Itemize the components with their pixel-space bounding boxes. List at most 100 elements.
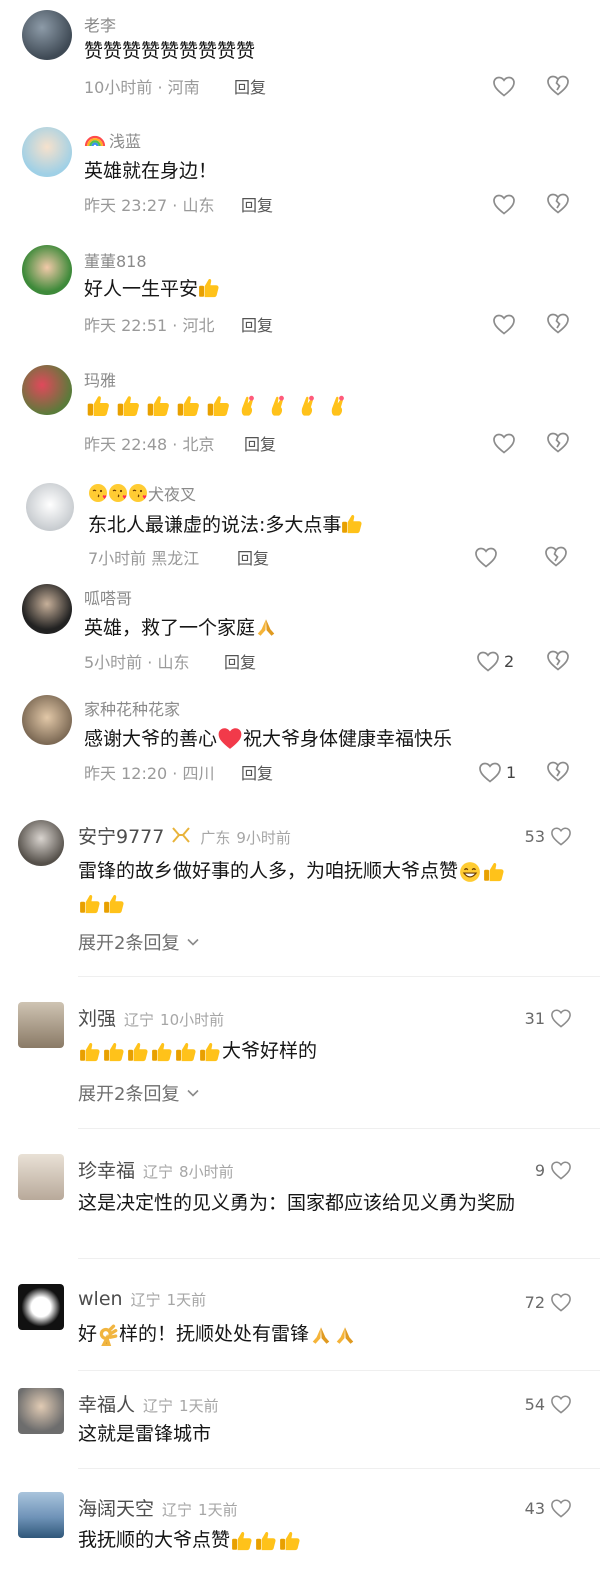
avatar[interactable]: [18, 820, 64, 866]
like-count: 54: [524, 1394, 545, 1414]
folded-hands-icon: [255, 616, 277, 638]
dislike-button[interactable]: [546, 431, 572, 455]
like-button[interactable]: [492, 312, 518, 336]
dislike-button[interactable]: [546, 74, 572, 98]
dislike-button[interactable]: [544, 545, 570, 569]
comment-text-row: 东北人最谦虚的说法:多大点事: [88, 510, 363, 537]
thumbs-up-icon: [230, 1530, 254, 1552]
comment-header: 刘强 辽宁 10小时前: [78, 1004, 224, 1030]
reply-button[interactable]: 回复: [244, 431, 276, 455]
reply-button[interactable]: 回复: [234, 74, 266, 98]
comment-location: 辽宁: [130, 1291, 161, 1309]
avatar[interactable]: [26, 483, 74, 531]
like-button[interactable]: 1: [478, 760, 518, 784]
like-button[interactable]: [492, 74, 518, 98]
like-button[interactable]: 72: [525, 1292, 572, 1312]
comment-item: 幸福人 辽宁 1天前 54 这就是雷锋城市: [0, 1386, 600, 1476]
comment-author-row[interactable]: 犬夜叉: [88, 481, 196, 505]
chevron-down-icon: [187, 1089, 199, 1097]
reply-button[interactable]: 回复: [241, 192, 273, 216]
reply-button[interactable]: 回复: [241, 760, 273, 784]
thumbs-up-icon: [114, 394, 143, 418]
separator: ·: [172, 316, 178, 335]
avatar[interactable]: [22, 695, 72, 745]
separator: ·: [172, 435, 178, 454]
comment-header: 安宁9777 广东 9小时前: [78, 822, 291, 848]
comment-author[interactable]: 老李: [84, 12, 116, 36]
avatar[interactable]: [18, 1002, 64, 1048]
heart-icon: [492, 313, 516, 335]
kiss-face-icon: [88, 483, 108, 503]
heart-icon: [550, 1394, 572, 1414]
avatar[interactable]: [18, 1492, 64, 1538]
comment-author[interactable]: wlen: [78, 1288, 123, 1310]
expand-replies-button[interactable]: 展开2条回复: [78, 929, 199, 955]
comment-text: 这就是雷锋城市: [78, 1423, 212, 1445]
comment-author[interactable]: 玛雅: [84, 367, 116, 391]
like-button[interactable]: [492, 192, 518, 216]
like-button[interactable]: 9: [535, 1160, 572, 1180]
comment-item: wlen 辽宁 1天前 72 好样的！抚顺处处有雷锋: [0, 1284, 600, 1374]
avatar[interactable]: [18, 1284, 64, 1330]
like-button[interactable]: 2: [476, 649, 516, 673]
avatar[interactable]: [18, 1154, 64, 1200]
comment-item: 呱嗒哥 英雄，救了一个家庭 5小时前 · 山东 回复 2: [0, 580, 600, 688]
reply-button[interactable]: 回复: [241, 312, 273, 336]
heart-icon: [550, 1498, 572, 1518]
heart-icon: [478, 761, 502, 783]
like-button[interactable]: [492, 431, 518, 455]
heart-icon: [550, 1292, 572, 1312]
heart-icon: [492, 432, 516, 454]
comment-header: 海阔天空 辽宁 1天前: [78, 1494, 238, 1520]
comment-item: 老李 赞赞赞赞赞赞赞赞赞 10小时前 · 河南 回复: [0, 0, 600, 110]
comment-time: 1天前: [166, 1291, 207, 1309]
like-button[interactable]: 53: [525, 826, 572, 846]
broken-heart-icon: [546, 760, 570, 782]
comment-author[interactable]: 呱嗒哥: [84, 585, 132, 609]
avatar[interactable]: [22, 365, 72, 415]
reply-button[interactable]: 回复: [224, 649, 256, 673]
avatar[interactable]: [22, 10, 72, 60]
dislike-button[interactable]: [546, 312, 572, 336]
comment-text-block: 我抚顺的大爷点赞: [78, 1524, 578, 1556]
comment-item: 犬夜叉 东北人最谦虚的说法:多大点事 7小时前 黑龙江 回复: [0, 475, 600, 580]
dislike-button[interactable]: [546, 760, 572, 784]
comment-author[interactable]: 海阔天空: [78, 1494, 154, 1521]
thumbs-up-icon: [126, 1041, 150, 1063]
comment-text: 雷锋的故乡做好事的人多，为咱抚顺大爷点赞: [78, 860, 459, 882]
comment-author[interactable]: 家种花种花家: [84, 696, 180, 720]
comment-author[interactable]: 幸福人: [78, 1390, 135, 1417]
thumbs-up-icon: [84, 394, 113, 418]
like-button[interactable]: 54: [525, 1394, 572, 1414]
divider: [78, 976, 600, 977]
expand-replies-button[interactable]: 展开2条回复: [78, 1080, 199, 1106]
divider: [78, 1258, 600, 1259]
avatar[interactable]: [22, 127, 72, 177]
chevron-down-icon: [187, 938, 199, 946]
reply-button[interactable]: 回复: [237, 545, 269, 569]
like-button[interactable]: 43: [525, 1498, 572, 1518]
avatar[interactable]: [22, 584, 72, 634]
comment-author[interactable]: 刘强: [78, 1004, 116, 1031]
heart-icon: [492, 75, 516, 97]
comment-author[interactable]: 安宁9777: [78, 822, 164, 849]
comment-location: 广东: [200, 829, 231, 847]
comment-author[interactable]: 董董818: [84, 248, 147, 272]
like-button[interactable]: [474, 545, 500, 569]
dislike-button[interactable]: [546, 192, 572, 216]
ribbon-badge-icon: [170, 826, 192, 844]
comment-item: 玛雅 昨天 22:48 · 北京 回复: [0, 357, 600, 467]
dislike-button[interactable]: [546, 649, 572, 673]
comment-author[interactable]: 珍幸福: [78, 1156, 135, 1183]
avatar[interactable]: [22, 245, 72, 295]
comment-location: 黑龙江: [151, 549, 200, 568]
like-button[interactable]: 31: [525, 1008, 572, 1028]
avatar[interactable]: [18, 1388, 64, 1434]
divider: [78, 1468, 600, 1469]
comment-author-row[interactable]: 浅蓝: [84, 128, 141, 152]
like-count: 1: [506, 762, 517, 782]
kiss-face-icon: [128, 483, 148, 503]
comment-location: 河北: [182, 316, 215, 335]
comment-text-row: 好人一生平安: [84, 274, 220, 301]
thumbs-up-icon: [254, 1530, 278, 1552]
